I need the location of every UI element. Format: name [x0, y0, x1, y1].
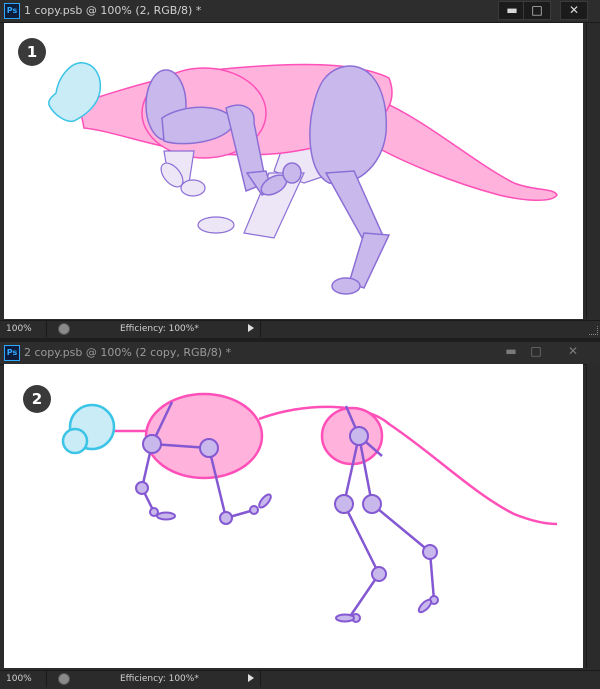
title-bar[interactable]: Ps 2 copy.psb @ 100% (2 copy, RGB/8) * ▬…: [0, 342, 600, 365]
vertical-scrollbar[interactable]: [586, 23, 600, 319]
zoom-level[interactable]: 100%: [6, 673, 42, 685]
document-title: 1 copy.psb @ 100% (2, RGB/8) *: [24, 4, 202, 17]
photoshop-app-icon: Ps: [4, 3, 20, 19]
status-menu-arrow-icon[interactable]: [248, 324, 254, 332]
close-button[interactable]: ✕: [560, 343, 586, 360]
document-window-2: Ps 2 copy.psb @ 100% (2 copy, RGB/8) * ▬…: [0, 342, 600, 689]
resize-grip-icon[interactable]: [589, 326, 598, 335]
photoshop-app-icon: Ps: [4, 345, 20, 361]
document-window-1: Ps 1 copy.psb @ 100% (2, RGB/8) * ▬ □ ✕: [0, 0, 600, 338]
step-badge: 2: [23, 385, 51, 413]
close-button[interactable]: ✕: [560, 1, 588, 20]
document-canvas[interactable]: 1: [4, 23, 583, 319]
status-bar: 100% Efficiency: 100%*: [0, 320, 600, 337]
maximize-button[interactable]: □: [523, 1, 551, 20]
cheetah-shapes-illustration: [48, 62, 558, 295]
status-info-icon[interactable]: [58, 323, 70, 335]
maximize-button[interactable]: □: [523, 343, 549, 360]
status-info-icon[interactable]: [58, 673, 70, 685]
efficiency-info: Efficiency: 100%*: [120, 324, 199, 334]
status-bar: 100% Efficiency: 100%*: [0, 670, 600, 687]
document-title: 2 copy.psb @ 100% (2 copy, RGB/8) *: [24, 346, 232, 359]
status-menu-arrow-icon[interactable]: [248, 674, 254, 682]
document-canvas[interactable]: 2: [4, 364, 583, 668]
zoom-level[interactable]: 100%: [6, 323, 42, 335]
efficiency-info: Efficiency: 100%*: [120, 674, 199, 684]
title-bar[interactable]: Ps 1 copy.psb @ 100% (2, RGB/8) * ▬ □ ✕: [0, 0, 600, 23]
step-badge: 1: [18, 38, 46, 66]
cheetah-skeleton-illustration: [61, 392, 558, 623]
vertical-scrollbar[interactable]: [586, 364, 600, 668]
minimize-button[interactable]: ▬: [498, 343, 524, 360]
minimize-button[interactable]: ▬: [498, 1, 526, 20]
